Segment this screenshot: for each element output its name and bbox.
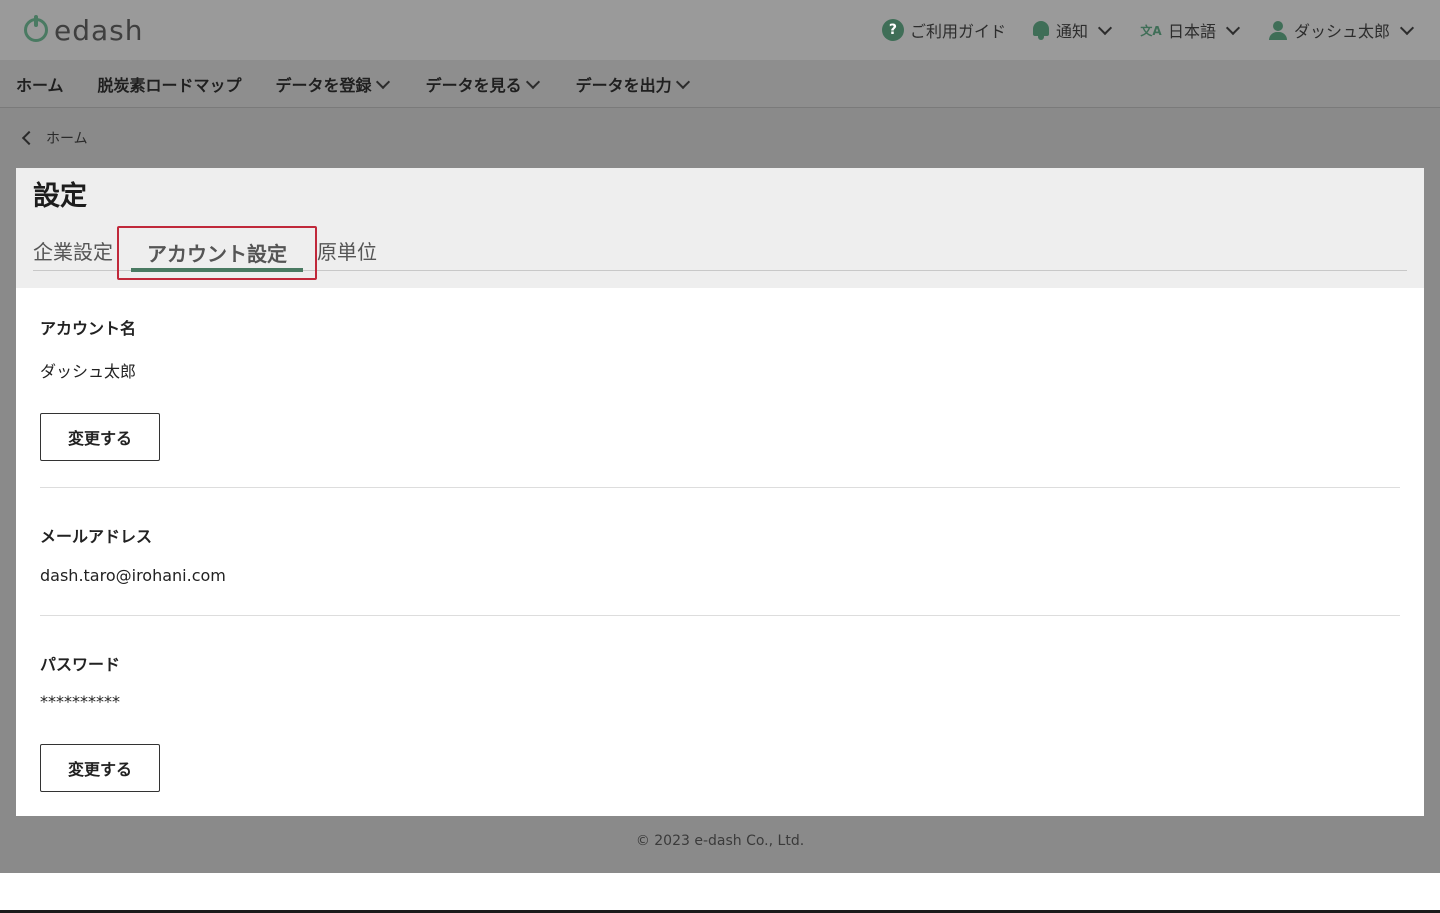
tab-company-settings[interactable]: 企業設定 <box>33 226 117 271</box>
nav-item-label: 脱炭素ロードマップ <box>97 75 242 95</box>
nav-item-home[interactable]: ホーム <box>16 72 64 96</box>
nav-item-label: データを出力 <box>575 75 672 95</box>
chevron-down-icon <box>1097 20 1113 36</box>
password-label: パスワード <box>40 655 121 674</box>
language-menu[interactable]: 文A 日本語 <box>1140 18 1242 42</box>
nav-item-roadmap[interactable]: 脱炭素ロードマップ <box>98 72 242 96</box>
chevron-down-icon <box>675 74 690 89</box>
password-value: ********** <box>40 692 120 711</box>
tab-account-settings[interactable]: アカウント設定 <box>131 236 303 272</box>
power-logo-icon <box>24 15 48 42</box>
settings-tabs: 企業設定 アカウント設定 原単位 <box>33 226 1407 280</box>
breadcrumb[interactable]: ホーム <box>20 128 88 148</box>
logo[interactable]: edash <box>24 14 144 47</box>
nav-item-register-data[interactable]: データを登録 <box>276 72 392 96</box>
notification-menu[interactable]: 通知 <box>1032 18 1114 42</box>
nav-item-label: データを登録 <box>275 75 372 95</box>
account-name-value: ダッシュ太郎 <box>40 362 137 381</box>
change-account-name-button[interactable]: 変更する <box>40 413 160 461</box>
chevron-down-icon <box>1225 20 1241 36</box>
help-icon: ? <box>881 19 904 41</box>
logo-text: edash <box>54 13 144 47</box>
chevron-down-icon <box>1399 20 1415 36</box>
email-label: メールアドレス <box>40 527 153 546</box>
chevron-left-icon <box>21 130 37 146</box>
language-label: 日本語 <box>1167 22 1216 41</box>
top-bar: edash ? ご利用ガイド 通知 文A 日本語 ダッシュ太郎 <box>0 0 1440 60</box>
notification-label: 通知 <box>1055 22 1088 41</box>
email-section: メールアドレス dash.taro@irohani.com <box>40 523 1400 585</box>
page-title: 設定 <box>33 181 87 212</box>
chevron-down-icon <box>525 74 540 89</box>
section-divider <box>40 615 1400 616</box>
account-settings-card: アカウント名 ダッシュ太郎 変更する メールアドレス dash.taro@iro… <box>16 288 1424 816</box>
change-password-button[interactable]: 変更する <box>40 744 160 792</box>
breadcrumb-home: ホーム <box>46 131 88 147</box>
nav-item-label: ホーム <box>16 75 64 95</box>
footer-copyright: © 2023 e-dash Co., Ltd. <box>635 833 805 849</box>
section-divider <box>40 487 1400 488</box>
account-name-label: アカウント名 <box>40 319 137 338</box>
settings-header: 設定 企業設定 アカウント設定 原単位 <box>16 168 1424 288</box>
nav-item-view-data[interactable]: データを見る <box>426 72 542 96</box>
email-value: dash.taro@irohani.com <box>40 566 226 585</box>
nav-item-export-data[interactable]: データを出力 <box>576 72 692 96</box>
user-icon <box>1268 20 1288 40</box>
top-actions: ? ご利用ガイド 通知 文A 日本語 ダッシュ太郎 <box>881 18 1416 42</box>
bell-icon <box>1032 20 1050 40</box>
password-section: パスワード ********** 変更する <box>40 651 1400 792</box>
help-label: ご利用ガイド <box>909 22 1006 41</box>
help-link[interactable]: ? ご利用ガイド <box>881 18 1006 42</box>
translate-icon: 文A <box>1140 23 1162 38</box>
user-menu[interactable]: ダッシュ太郎 <box>1268 18 1416 42</box>
tab-emission-factor[interactable]: 原単位 <box>317 226 377 271</box>
tab-highlight-box: アカウント設定 <box>117 226 317 280</box>
nav-item-label: データを見る <box>425 75 522 95</box>
account-name-section: アカウント名 ダッシュ太郎 変更する <box>40 315 1400 461</box>
main-nav: ホーム 脱炭素ロードマップ データを登録 データを見る データを出力 <box>0 60 1440 108</box>
chevron-down-icon <box>375 74 390 89</box>
user-name: ダッシュ太郎 <box>1293 22 1390 41</box>
app-backdrop: edash ? ご利用ガイド 通知 文A 日本語 ダッシュ太郎 ホーム 脱炭素ロ… <box>0 0 1440 873</box>
